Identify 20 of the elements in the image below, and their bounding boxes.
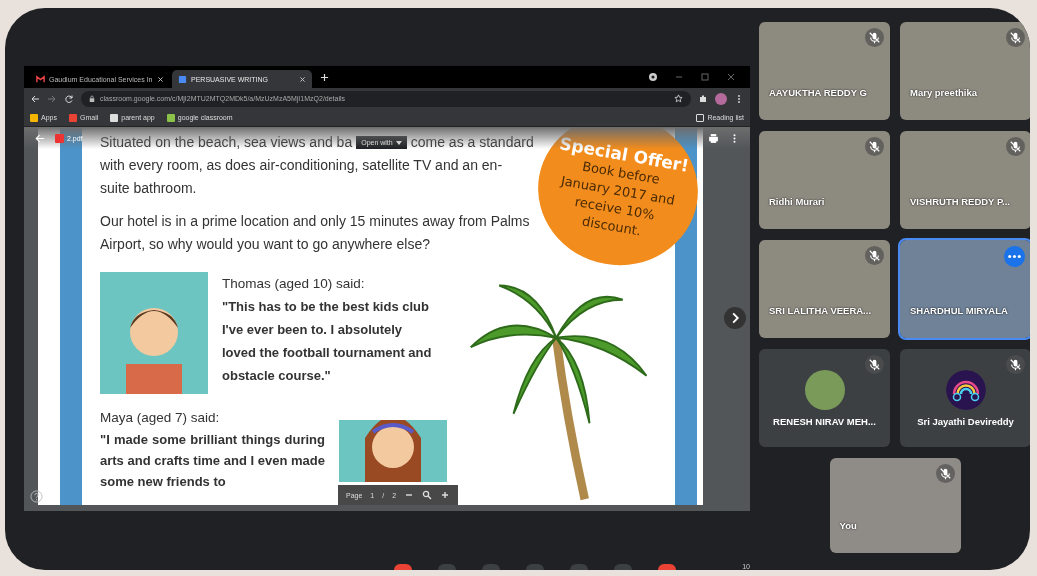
participant-tile[interactable]: SHARDHUL MIRYALA — [900, 240, 1030, 338]
participant-name: Mary preethika — [910, 87, 978, 98]
participant-name: VISHRUTH REDDY P... — [910, 196, 1010, 207]
participant-name: AAYUKTHA REDDY G — [769, 87, 867, 98]
review-quote: "This has to be the best kids club I've ever been to. I absolutely loved the football tournament and obstacle course." — [222, 298, 433, 385]
review-author: Thomas (aged 10) said: — [222, 275, 366, 293]
participant-name: Ridhi Murari — [769, 196, 825, 207]
paragraph-text: Situated on the beach, sea views and ba — [100, 133, 353, 152]
participant-tile[interactable]: RENESH NIRAV MEH... — [759, 349, 890, 447]
participant-name: You — [839, 520, 857, 531]
participant-tile[interactable]: Sri Jayathi Devireddy — [900, 349, 1030, 447]
participant-name: SRI LALITHA VEERA... — [769, 305, 872, 316]
paragraph-text: Our hotel is in a prime location and only 15 minutes away from Palms Airport, so why would you want to go anywhere else? — [100, 212, 530, 254]
paragraph-text: come as a standard — [410, 133, 534, 152]
review-author: Maya (aged 7) said: — [100, 409, 221, 427]
participant-name: RENESH NIRAV MEH... — [773, 415, 876, 427]
participant-name: Sri Jayathi Devireddy — [917, 415, 1014, 427]
participant-name: SHARDHUL MIRYALA — [910, 305, 1008, 316]
paragraph-text: with every room, as does air-conditioning, satellite TV and an en-suite bathroom. — [100, 156, 504, 198]
review-quote: "I made some brilliant things during arts and crafts time and I even made some new friends to — [100, 431, 325, 491]
